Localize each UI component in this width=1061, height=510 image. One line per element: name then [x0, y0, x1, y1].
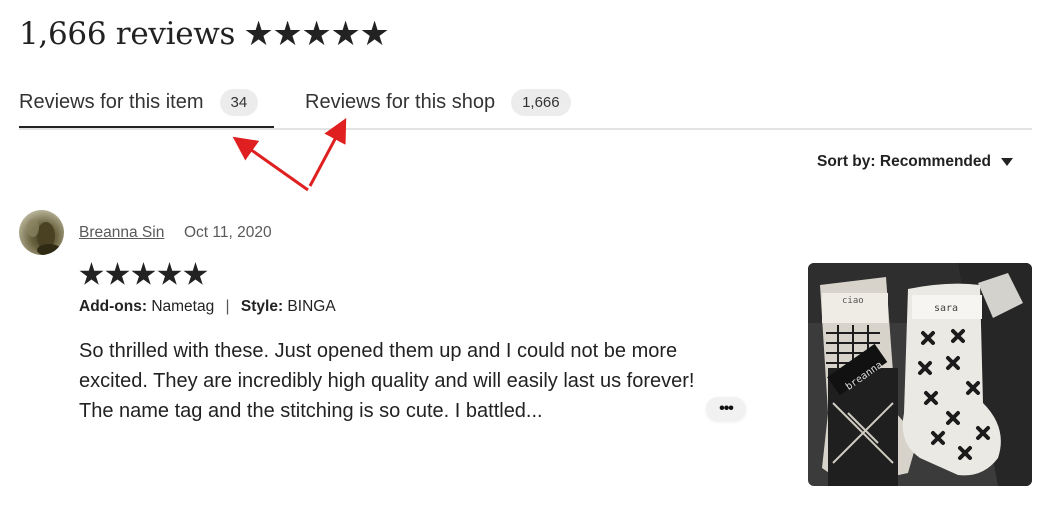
arrow-to-item-tab [232, 136, 309, 192]
star-icon [245, 20, 272, 46]
photo-tag-ciao: ciao [842, 296, 864, 306]
review-photo[interactable]: breanna ciao sara [808, 263, 1032, 486]
review-date: Oct 11, 2020 [184, 224, 272, 241]
divider: | [225, 298, 230, 315]
reviewer-name-link[interactable]: Breanna Sin [79, 224, 164, 242]
star-icon [274, 20, 301, 46]
star-icon [79, 262, 104, 285]
count-badge: 34 [219, 88, 259, 116]
addons-label: Add-ons: [79, 298, 148, 315]
sort-prefix: Sort by: [817, 153, 876, 170]
tab-reviews-for-shop[interactable]: Reviews for this shop 1,666 [305, 78, 571, 126]
tab-reviews-for-item[interactable]: Reviews for this item 34 [19, 78, 274, 128]
addons-value: Nametag [151, 298, 215, 315]
style-label: Style: [240, 298, 284, 315]
star-icon [183, 262, 208, 285]
star-icon [361, 20, 388, 46]
review-rating [79, 262, 208, 287]
count-badge: 1,666 [511, 88, 571, 116]
review-text: So thrilled with these. Just opened them… [79, 340, 695, 422]
avatar[interactable] [19, 210, 64, 255]
star-icon [131, 262, 156, 285]
reviews-tabs: Reviews for this item 34 Reviews for thi… [19, 78, 1032, 130]
arrow-to-shop-tab [308, 118, 347, 187]
style-value: BINGA [287, 298, 336, 315]
review-variations: Add-ons: Nametag | Style: BINGA [79, 298, 336, 316]
star-icon [332, 20, 359, 46]
star-icon [157, 262, 182, 285]
star-icon [303, 20, 330, 46]
tab-label: Reviews for this shop [305, 90, 496, 113]
star-icon [105, 262, 130, 285]
photo-tag-sara: sara [934, 303, 958, 314]
sort-value: Recommended [879, 153, 991, 170]
expand-review-button[interactable]: ••• [706, 397, 746, 421]
sort-dropdown[interactable]: Sort by: Recommended [817, 153, 1013, 171]
reviews-header: 1,666 reviews [19, 16, 388, 52]
overall-rating [245, 20, 388, 48]
tab-label: Reviews for this item [19, 90, 204, 113]
reviews-count-title: 1,666 reviews [19, 16, 236, 52]
caret-down-icon [1001, 158, 1013, 166]
